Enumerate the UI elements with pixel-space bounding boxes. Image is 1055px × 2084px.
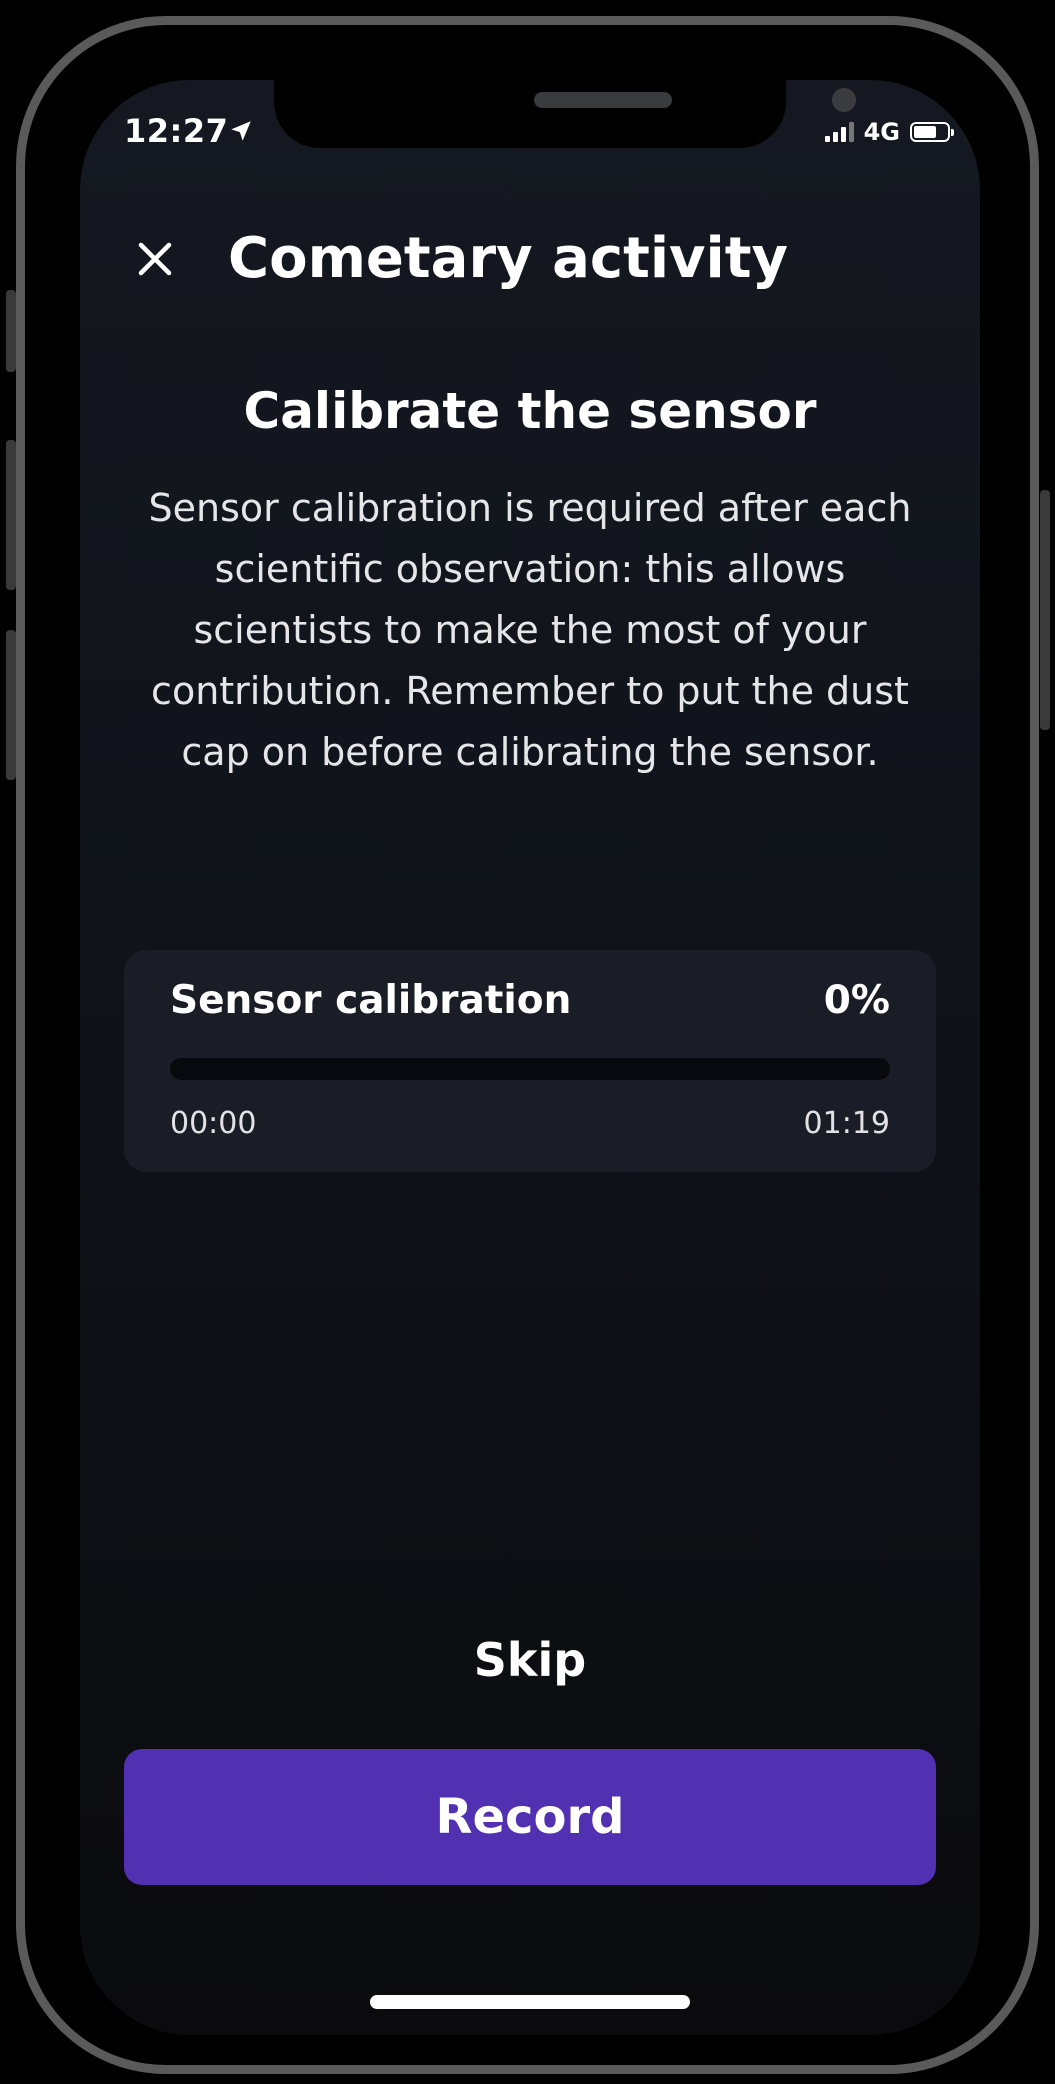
volume-down-button [6, 630, 16, 780]
section-title: Calibrate the sensor [243, 382, 817, 440]
battery-icon [910, 122, 954, 142]
skip-button[interactable]: Skip [430, 1625, 630, 1695]
mute-switch [6, 290, 16, 372]
volume-up-button [6, 440, 16, 590]
speaker-grille [534, 92, 672, 108]
power-button [1040, 490, 1050, 730]
close-button[interactable] [124, 228, 186, 290]
page-title: Cometary activity [228, 226, 788, 291]
front-camera [832, 88, 856, 112]
section-description: Sensor calibration is required after eac… [148, 486, 912, 774]
total-time: 01:19 [803, 1106, 890, 1141]
status-time: 12:27 [124, 112, 229, 150]
calibration-label: Sensor calibration [170, 978, 572, 1023]
status-indicators: 4G [824, 118, 954, 146]
close-icon [138, 242, 172, 276]
record-button[interactable]: Record [124, 1749, 936, 1885]
signal-icon [824, 122, 854, 142]
home-indicator[interactable] [370, 1995, 690, 2009]
location-arrow-icon [231, 121, 251, 141]
elapsed-time: 00:00 [170, 1106, 257, 1141]
calibration-progress-bar [170, 1058, 890, 1080]
network-label: 4G [863, 118, 900, 146]
calibration-card: Sensor calibration 0% 00:00 01:19 [124, 950, 936, 1172]
header: Cometary activity [80, 220, 980, 300]
calibration-percent: 0% [823, 978, 890, 1023]
app-screen: 12:27 4G Cometary activity Calibrate the… [80, 80, 980, 2035]
notch [274, 80, 856, 148]
